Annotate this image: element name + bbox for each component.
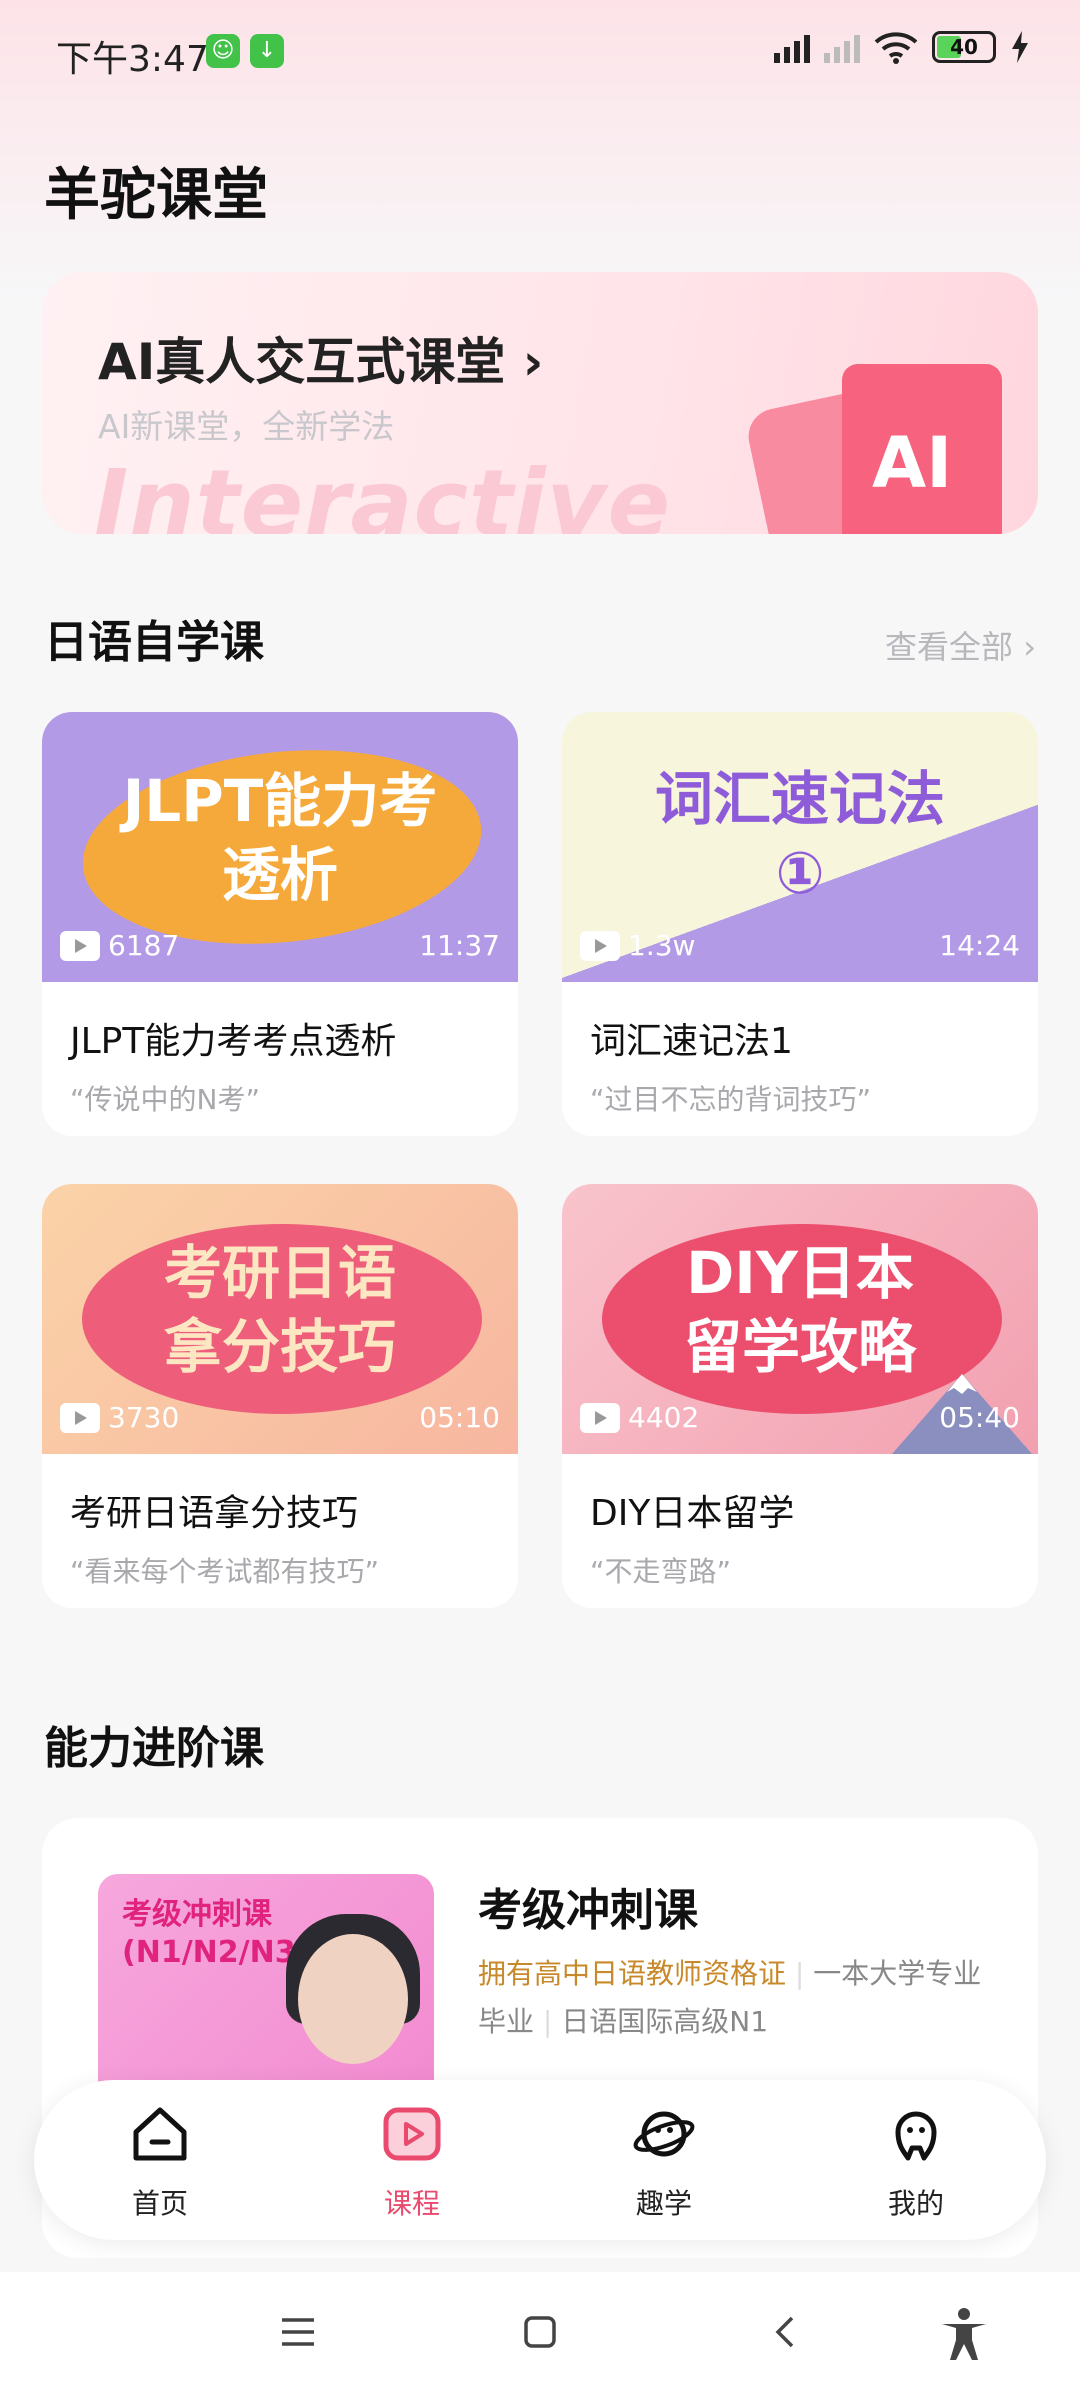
nav-fun[interactable]: 趣学 [594,2102,734,2222]
play-count-icon [580,930,620,961]
advanced-course-title: 考级冲刺课 [478,1885,698,1936]
course-card[interactable]: DIY日本 留学攻略 4402 05:40 DIY日本留学 “不走弯路” [562,1184,1038,1608]
thumbnail-title: JLPT能力考 透析 [122,767,438,909]
tag-graduate: 毕业 [478,2005,535,2038]
system-navigation-bar [0,2272,1080,2400]
nav-profile-label: 我的 [887,2187,944,2220]
profile-icon [895,2111,937,2161]
wifi-icon [874,32,918,64]
battery-icon: 40 [932,31,996,63]
signal-2-icon [824,31,860,63]
view-count: 1.3w [628,929,696,962]
thumbnail-title: 词汇速记法 ① [654,765,945,907]
view-count: 3730 [108,1401,180,1434]
banner-watermark: Interactive [94,450,671,534]
image-label: 考级冲刺课 (N1/N2/N3) [122,1897,310,1970]
tag-jlpt-level: 日语国际高级N1 [561,2005,769,2038]
duration: 05:10 [419,1401,500,1434]
course-thumbnail: DIY日本 留学攻略 4402 05:40 [562,1184,1038,1454]
course-title: 词汇速记法1 [590,1021,793,1062]
download-notification-icon: ↓ [250,34,284,68]
course-thumbnail: JLPT能力考 透析 6187 11:37 [42,712,518,982]
tag-qualification: 拥有高中日语教师资格证 [478,1957,787,1990]
status-bar: 下午3:47 ☺ ↓ 40 [0,0,1080,100]
course-card[interactable]: 词汇速记法 ① 1.3w 14:24 词汇速记法1 “过目不忘的背词技巧” [562,712,1038,1136]
course-thumbnail: 考研日语 拿分技巧 3730 05:10 [42,1184,518,1454]
ai-badge: AI [872,422,953,504]
view-count: 6187 [108,929,180,962]
play-icon [383,2107,441,2161]
course-thumbnail: 词汇速记法 ① 1.3w 14:24 [562,712,1038,982]
nav-home[interactable]: 首页 [90,2102,230,2222]
course-title: DIY日本留学 [590,1493,795,1534]
view-count: 4402 [628,1401,700,1434]
nav-home-label: 首页 [131,2187,188,2220]
course-subtitle: “不走弯路” [590,1555,732,1588]
charging-icon [1012,31,1028,63]
battery-level: 40 [950,35,978,59]
thumbnail-title: 考研日语 拿分技巧 [163,1239,396,1381]
app-notification-icon: ☺ [206,34,240,68]
advanced-course-tags: 拥有高中日语教师资格证 | 一本大学专业 毕业 | 日语国际高级N1 [478,1957,982,2038]
menu-icon[interactable] [278,2312,318,2352]
play-count-icon [60,930,100,961]
home-icon [133,2107,187,2161]
course-subtitle: “过目不忘的背词技巧” [590,1083,872,1116]
course-title: JLPT能力考考点透析 [70,1021,397,1062]
home-square-icon[interactable] [520,2312,560,2352]
course-subtitle: “看来每个考试都有技巧” [70,1555,380,1588]
duration: 05:40 [939,1401,1020,1434]
nav-courses-label: 课程 [383,2187,440,2220]
thumbnail-title: DIY日本 留学攻略 [683,1239,916,1381]
nav-courses[interactable]: 课程 [342,2102,482,2222]
status-time: 下午3:47 [56,39,209,80]
view-all-link[interactable]: 查看全部 › [885,622,1036,668]
bottom-nav: 首页 课程 趣学 我的 [34,2080,1046,2240]
duration: 11:37 [419,929,500,962]
advanced-course-image: 考级冲刺课 (N1/N2/N3) [98,1874,434,2104]
course-title: 考研日语拿分技巧 [70,1493,359,1534]
teacher-avatar [298,1934,408,2064]
nav-fun-label: 趣学 [635,2187,692,2220]
banner-title: AI真人交互式课堂 › [98,333,544,391]
page-title: 羊驼课堂 [44,163,268,228]
accessibility-icon[interactable] [936,2306,992,2362]
advanced-heading: 能力进阶课 [44,1723,264,1774]
nav-profile[interactable]: 我的 [846,2102,986,2222]
course-subtitle: “传说中的N考” [70,1083,260,1116]
play-count-icon [60,1402,100,1433]
planet-icon [633,2111,695,2157]
self-study-heading: 日语自学课 [44,617,264,668]
signal-icon [774,31,810,63]
duration: 14:24 [939,929,1020,962]
play-count-icon [580,1402,620,1433]
ai-classroom-banner[interactable]: AI真人交互式课堂 › AI新课堂，全新学法 Interactive AI [42,272,1038,534]
back-icon[interactable] [766,2312,806,2352]
course-card[interactable]: JLPT能力考 透析 6187 11:37 JLPT能力考考点透析 “传说中的N… [42,712,518,1136]
banner-subtitle: AI新课堂，全新学法 [98,407,395,446]
course-card[interactable]: 考研日语 拿分技巧 3730 05:10 考研日语拿分技巧 “看来每个考试都有技… [42,1184,518,1608]
tag-university: 一本大学专业 [813,1957,982,1990]
